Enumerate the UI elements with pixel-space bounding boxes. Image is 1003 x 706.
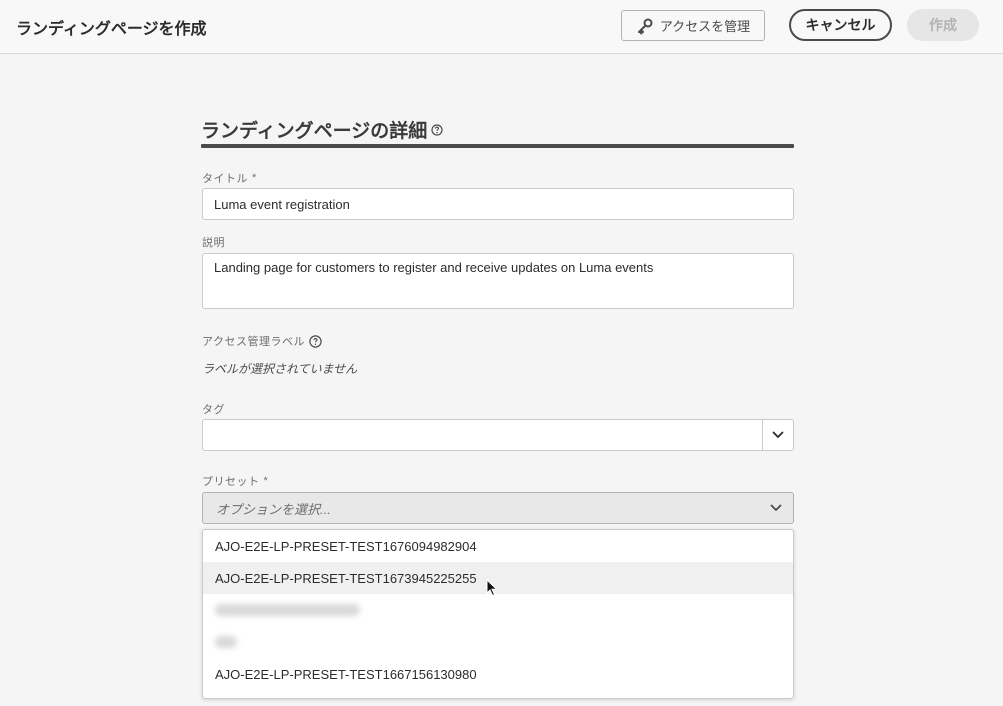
- section-divider: [201, 144, 794, 148]
- redacted-text: [215, 604, 360, 616]
- section-title-text: ランディングページの詳細: [201, 121, 428, 142]
- chevron-down-icon: [770, 504, 782, 511]
- cancel-button[interactable]: キャンセル: [789, 9, 892, 41]
- title-label: タイトル *: [202, 170, 257, 186]
- create-button[interactable]: 作成: [907, 9, 979, 41]
- title-label-text: タイトル: [202, 173, 248, 185]
- manage-access-label: アクセスを管理: [659, 19, 751, 34]
- required-mark: *: [252, 172, 257, 184]
- preset-picker[interactable]: オプションを選択...: [202, 492, 794, 524]
- help-circle-icon[interactable]: [309, 334, 322, 348]
- access-label: アクセス管理ラベル: [202, 333, 322, 349]
- description-label-text: 説明: [202, 237, 225, 249]
- chevron-down-icon: [772, 431, 784, 438]
- preset-option[interactable]: AJO-E2E-LP-PRESET-TEST1673945225255: [203, 562, 793, 594]
- app-header: ランディングページを作成 アクセスを管理 キャンセル 作成: [0, 0, 1003, 54]
- access-label-text: アクセス管理ラベル: [202, 336, 305, 348]
- title-input[interactable]: Luma event registration: [202, 188, 794, 220]
- preset-option-redacted[interactable]: [203, 626, 793, 658]
- page-title: ランディングページを作成: [16, 21, 207, 38]
- description-label: 説明: [202, 234, 225, 250]
- preset-option-redacted[interactable]: [203, 594, 793, 626]
- description-textarea[interactable]: Landing page for customers to register a…: [202, 253, 794, 309]
- tag-dropdown-button[interactable]: [762, 420, 793, 450]
- preset-label-text: プリセット: [202, 476, 260, 488]
- tag-label: タグ: [202, 401, 225, 417]
- required-mark: *: [263, 475, 269, 487]
- preset-label: プリセット *: [202, 473, 268, 489]
- tag-label-text: タグ: [202, 404, 225, 416]
- preset-option[interactable]: AJO-E2E-LP-PRESET-TEST1667156130980: [203, 658, 793, 690]
- no-label-selected-text: ラベルが選択されていません: [202, 362, 358, 376]
- preset-placeholder: オプションを選択...: [216, 501, 331, 517]
- section-title: ランディングページの詳細: [201, 116, 443, 143]
- mouse-pointer-icon: [486, 579, 498, 597]
- redacted-text: [215, 636, 237, 648]
- preset-dropdown-menu: AJO-E2E-LP-PRESET-TEST1676094982904 AJO-…: [202, 529, 794, 699]
- help-circle-icon[interactable]: [431, 123, 443, 136]
- preset-option[interactable]: AJO-E2E-LP-PRESET-TEST1676094982904: [203, 530, 793, 562]
- key-icon: [637, 18, 653, 34]
- tag-input[interactable]: [202, 419, 794, 451]
- manage-access-button[interactable]: アクセスを管理: [621, 10, 765, 41]
